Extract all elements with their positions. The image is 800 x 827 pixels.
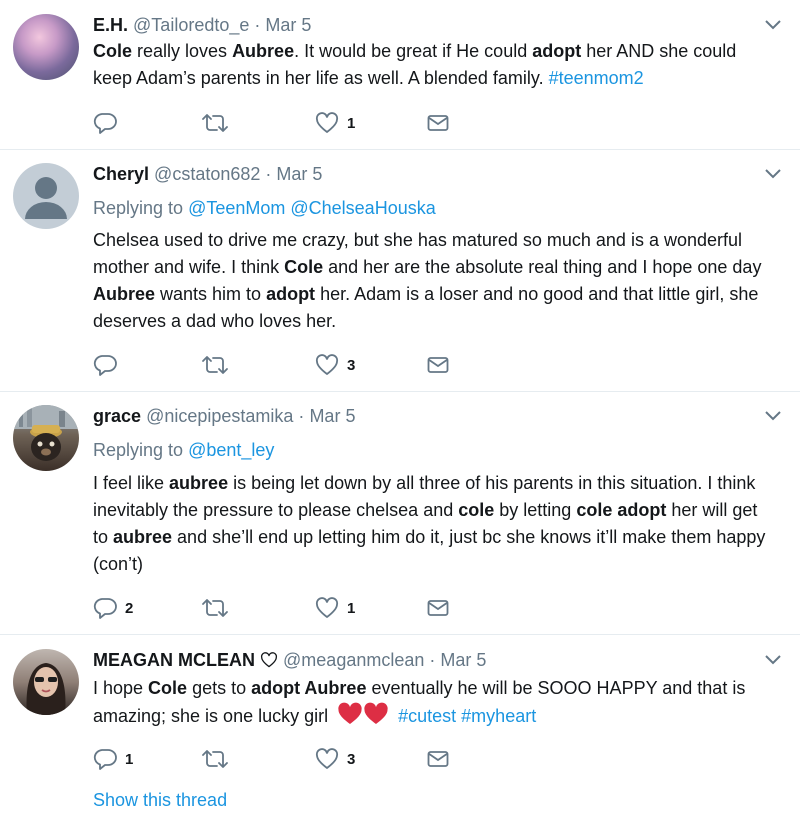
dm-button[interactable] bbox=[427, 352, 449, 378]
like-icon bbox=[315, 748, 339, 769]
reply-button[interactable]: 1 bbox=[93, 746, 133, 772]
dm-button[interactable] bbox=[427, 746, 449, 772]
like-count: 3 bbox=[347, 750, 356, 768]
replying-to-mentions[interactable]: @TeenMom @ChelseaHouska bbox=[188, 198, 436, 218]
reply-button[interactable] bbox=[93, 110, 125, 136]
retweet-button[interactable] bbox=[201, 595, 229, 621]
tweet-date[interactable]: Mar 5 bbox=[265, 15, 311, 35]
heart-outline-icon bbox=[261, 652, 278, 668]
chevron-down-icon[interactable] bbox=[763, 409, 783, 423]
replying-to-label: Replying to bbox=[93, 198, 184, 218]
default-avatar-icon bbox=[25, 177, 67, 219]
user-handle[interactable]: @meaganmclean bbox=[283, 650, 424, 670]
like-button[interactable]: 1 bbox=[315, 110, 355, 136]
reply-icon bbox=[93, 749, 117, 770]
reply-icon bbox=[93, 355, 117, 376]
replying-to-label: Replying to bbox=[93, 440, 184, 460]
tweet-separator bbox=[0, 634, 800, 635]
chevron-down-icon[interactable] bbox=[763, 653, 783, 667]
tweet-text: Cole really loves Aubree. It would be gr… bbox=[93, 41, 737, 88]
display-name[interactable]: grace bbox=[93, 406, 141, 426]
reply-icon bbox=[93, 598, 117, 619]
like-count: 3 bbox=[347, 356, 356, 374]
retweet-button[interactable] bbox=[201, 110, 229, 136]
like-icon bbox=[315, 597, 339, 618]
reply-count: 2 bbox=[125, 599, 134, 617]
reply-count: 1 bbox=[125, 750, 134, 768]
display-name[interactable]: Cheryl bbox=[93, 164, 149, 184]
chevron-down-icon[interactable] bbox=[763, 18, 783, 32]
tweet-separator bbox=[0, 391, 800, 392]
retweet-button[interactable] bbox=[201, 746, 229, 772]
user-handle[interactable]: @nicepipestamika bbox=[146, 406, 293, 426]
retweet-icon bbox=[202, 750, 228, 768]
retweet-icon bbox=[202, 356, 228, 374]
retweet-icon bbox=[202, 114, 228, 132]
show-thread-link[interactable]: Show this thread bbox=[93, 790, 227, 811]
profile-photo-icon bbox=[26, 663, 66, 715]
tweet-hashtags[interactable]: #cutest #myheart bbox=[398, 706, 536, 726]
tweet-separator bbox=[0, 149, 800, 150]
avatar[interactable] bbox=[13, 649, 79, 715]
like-button[interactable]: 3 bbox=[315, 352, 355, 378]
dm-icon bbox=[427, 357, 449, 373]
tweet-date[interactable]: Mar 5 bbox=[276, 164, 322, 184]
dm-icon bbox=[427, 600, 449, 616]
like-icon bbox=[315, 354, 339, 375]
avatar[interactable] bbox=[13, 405, 79, 471]
dm-icon bbox=[427, 115, 449, 131]
avatar[interactable] bbox=[13, 14, 79, 80]
reply-icon bbox=[93, 113, 117, 134]
tweet-text: I feel like aubree is being let down by … bbox=[93, 473, 766, 574]
avatar[interactable] bbox=[13, 163, 79, 229]
heart-emoji-icon bbox=[337, 702, 389, 733]
reply-button[interactable]: 2 bbox=[93, 595, 133, 621]
retweet-icon bbox=[202, 599, 228, 617]
like-button[interactable]: 1 bbox=[315, 595, 355, 621]
chevron-down-icon[interactable] bbox=[763, 167, 783, 181]
tweet-date[interactable]: Mar 5 bbox=[440, 650, 486, 670]
like-count: 1 bbox=[347, 599, 356, 617]
tweet-date[interactable]: Mar 5 bbox=[309, 406, 355, 426]
user-handle[interactable]: @cstaton682 bbox=[154, 164, 260, 184]
user-handle[interactable]: @Tailoredto_e bbox=[133, 15, 249, 35]
tweet-text: Chelsea used to drive me crazy, but she … bbox=[93, 230, 762, 331]
dog-photo-icon bbox=[13, 405, 79, 461]
dm-button[interactable] bbox=[427, 595, 449, 621]
retweet-button[interactable] bbox=[201, 352, 229, 378]
display-name[interactable]: MEAGAN MCLEAN bbox=[93, 650, 255, 670]
like-count: 1 bbox=[347, 114, 356, 132]
like-button[interactable]: 3 bbox=[315, 746, 355, 772]
tweet-text: I hope Cole gets to adopt Aubree eventua… bbox=[93, 675, 773, 733]
dm-icon bbox=[427, 751, 449, 767]
dm-button[interactable] bbox=[427, 110, 449, 136]
replying-to-mentions[interactable]: @bent_ley bbox=[188, 440, 274, 460]
reply-button[interactable] bbox=[93, 352, 125, 378]
like-icon bbox=[315, 112, 339, 133]
display-name[interactable]: E.H. bbox=[93, 15, 128, 35]
